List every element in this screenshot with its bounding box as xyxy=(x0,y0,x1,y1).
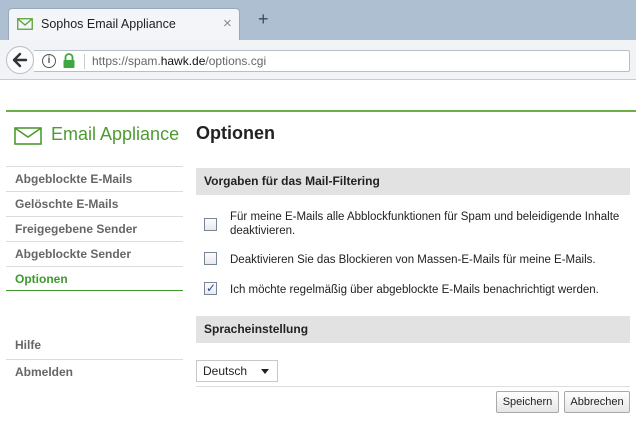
option-label: Für meine E-Mails alle Abblockfunktionen… xyxy=(230,211,620,237)
tab-title: Sophos Email Appliance xyxy=(41,17,176,31)
url-text[interactable]: https://spam.hawk.de/options.cgi xyxy=(92,54,266,68)
option-row: Ich möchte regelmäßig über abgeblockte E… xyxy=(204,281,630,298)
sidebar-item-options[interactable]: Optionen xyxy=(6,266,183,291)
close-tab-icon[interactable]: × xyxy=(223,15,232,32)
info-icon[interactable]: i xyxy=(42,54,56,68)
browser-nav-bar: i https://spam.hawk.de/options.cgi xyxy=(0,40,636,80)
back-button[interactable] xyxy=(6,46,34,74)
sidebar-item-blocked-emails[interactable]: Abgeblockte E-Mails xyxy=(6,166,183,191)
url-divider xyxy=(84,54,85,69)
sidebar-item-help[interactable]: Hilfe xyxy=(6,333,183,358)
logo-text: Email Appliance xyxy=(51,124,180,144)
sidebar-item-deleted-emails[interactable]: Gelöschte E-Mails xyxy=(6,191,183,216)
back-arrow-icon xyxy=(12,52,28,68)
disable-spam-filter-checkbox[interactable] xyxy=(204,218,217,231)
disable-bulk-blocking-checkbox[interactable] xyxy=(204,252,217,265)
header-divider xyxy=(6,110,636,112)
language-select-value: Deutsch xyxy=(203,364,248,378)
mail-icon xyxy=(17,18,33,30)
browser-tab-bar: Sophos Email Appliance × + xyxy=(0,0,636,40)
save-button[interactable]: Speichern xyxy=(496,391,559,413)
sidebar-item-logout[interactable]: Abmelden xyxy=(6,359,183,384)
cancel-button[interactable]: Abbrechen xyxy=(564,391,630,413)
notify-blocked-checkbox[interactable] xyxy=(204,281,217,295)
language-select[interactable]: Deutsch xyxy=(196,360,278,382)
sidebar-item-blocked-senders[interactable]: Abgeblockte Sender xyxy=(6,241,183,266)
option-label: Deaktivieren Sie das Blockieren von Mass… xyxy=(230,254,596,266)
page-title: Optionen xyxy=(196,123,275,143)
option-label: Ich möchte regelmäßig über abgeblockte E… xyxy=(230,284,599,296)
option-row: Deaktivieren Sie das Blockieren von Mass… xyxy=(204,252,630,268)
sidebar-item-allowed-senders[interactable]: Freigegebene Sender xyxy=(6,216,183,241)
address-bar[interactable]: i https://spam.hawk.de/options.cgi xyxy=(34,50,630,72)
divider xyxy=(196,386,630,387)
envelope-icon xyxy=(14,127,42,145)
browser-tab[interactable]: Sophos Email Appliance × xyxy=(8,8,240,40)
language-section-header: Spracheinstellung xyxy=(196,316,630,343)
chevron-down-icon xyxy=(261,369,269,374)
new-tab-button[interactable]: + xyxy=(258,10,269,28)
option-row: Für meine E-Mails alle Abblockfunktionen… xyxy=(204,210,630,240)
filtering-section-header: Vorgaben für das Mail-Filtering xyxy=(196,168,630,195)
lock-icon[interactable] xyxy=(62,53,76,69)
